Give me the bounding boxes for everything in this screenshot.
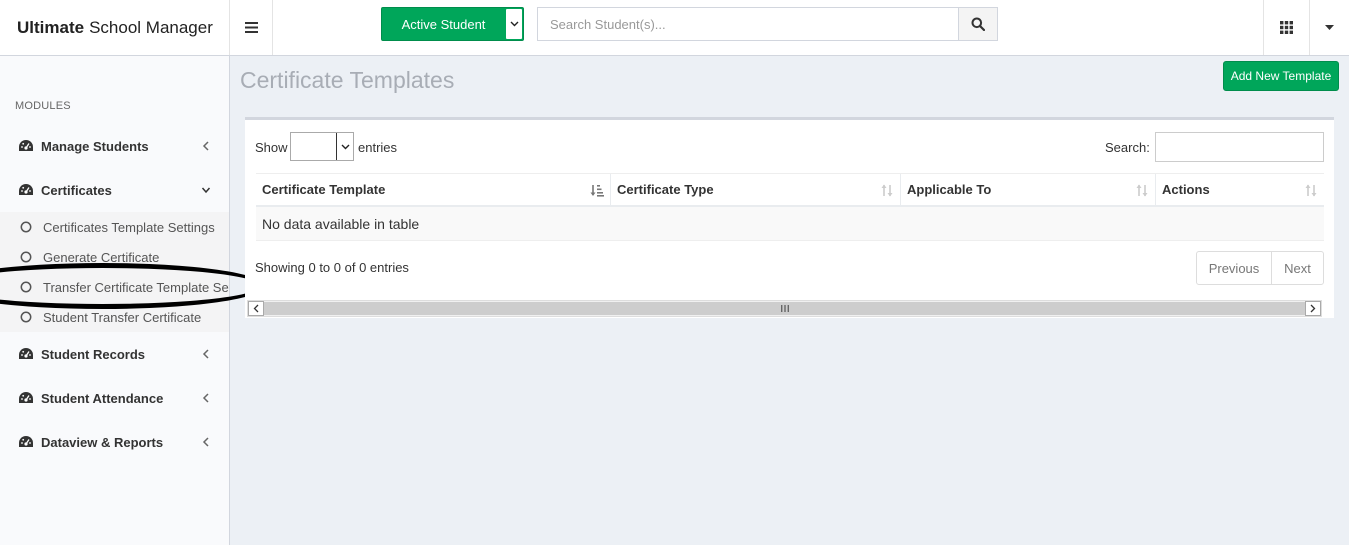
sort-both-icon xyxy=(1305,184,1317,197)
column-header-certificate-template[interactable]: Certificate Template xyxy=(256,174,611,205)
submenu-item-certificates-template-settings[interactable]: Certificates Template Settings xyxy=(0,212,229,242)
chevron-left-icon xyxy=(202,349,209,359)
horizontal-scrollbar[interactable] xyxy=(247,300,1322,317)
hamburger-icon xyxy=(244,22,258,33)
column-header-label: Certificate Type xyxy=(617,182,714,197)
brand-bold: Ultimate xyxy=(17,17,85,37)
submenu-item-generate-certificate[interactable]: Generate Certificate xyxy=(0,242,229,272)
brand-rest: School Manager xyxy=(89,17,213,37)
table-info: Showing 0 to 0 of 0 entries xyxy=(255,260,409,275)
table-search-input[interactable] xyxy=(1155,132,1324,162)
submenu-item-label: Certificates Template Settings xyxy=(43,219,215,235)
column-header-label: Actions xyxy=(1162,182,1210,197)
dashboard-icon xyxy=(19,392,33,403)
grip-icon xyxy=(780,305,789,312)
sort-both-icon xyxy=(1136,184,1148,197)
active-student-label: Active Student xyxy=(401,16,486,32)
sidebar-item-label: Dataview & Reports xyxy=(41,434,164,450)
student-search xyxy=(537,7,998,41)
next-page-button[interactable]: Next xyxy=(1272,252,1323,284)
chevron-down-icon[interactable] xyxy=(506,9,522,39)
sidebar-item-label: Manage Students xyxy=(41,138,149,154)
column-header-actions[interactable]: Actions xyxy=(1156,174,1324,205)
sort-both-icon xyxy=(881,184,893,197)
templates-table: Certificate Template Certificate Type Ap… xyxy=(256,173,1324,241)
brand-logo[interactable]: Ultimate School Manager xyxy=(0,0,230,55)
add-new-template-button[interactable]: Add New Template xyxy=(1223,61,1339,91)
sidebar-item-student-attendance[interactable]: Student Attendance xyxy=(0,376,229,420)
submenu-item-label: Generate Certificate xyxy=(43,249,160,265)
submenu-item-student-transfer-certificate[interactable]: Student Transfer Certificate xyxy=(0,302,229,332)
dashboard-icon xyxy=(19,348,33,359)
sidebar-item-label: Student Records xyxy=(41,346,146,362)
column-header-label: Certificate Template xyxy=(262,182,386,197)
sort-ascending-icon xyxy=(590,185,604,197)
chevron-left-icon xyxy=(202,437,209,447)
show-label: Show xyxy=(255,140,288,155)
chevron-down-icon xyxy=(201,187,211,194)
active-student-dropdown[interactable]: Active Student xyxy=(381,7,524,41)
pagination: Previous Next xyxy=(1196,251,1324,285)
table-header-row: Certificate Template Certificate Type Ap… xyxy=(256,173,1324,207)
caret-down-icon xyxy=(1325,25,1334,30)
column-header-applicable-to[interactable]: Applicable To xyxy=(901,174,1156,205)
circle-outline-icon xyxy=(20,251,32,263)
submenu-item-transfer-certificate-template-settings[interactable]: Transfer Certificate Template Settings xyxy=(0,272,229,302)
search-button[interactable] xyxy=(958,7,998,41)
student-search-input[interactable] xyxy=(537,7,958,41)
previous-page-button[interactable]: Previous xyxy=(1197,252,1272,284)
chevron-left-icon xyxy=(202,141,209,151)
table-search-label: Search: xyxy=(1105,140,1150,155)
top-navbar: Ultimate School Manager Active Student xyxy=(0,0,1349,56)
sidebar-item-label: Certificates xyxy=(41,182,112,198)
circle-outline-icon xyxy=(20,311,32,323)
submenu-item-label: Transfer Certificate Template Settings xyxy=(43,279,229,295)
scroll-left-arrow-icon[interactable] xyxy=(248,301,264,316)
submenu-item-label: Student Transfer Certificate xyxy=(43,309,202,325)
sidebar-section-header: MODULES xyxy=(15,100,71,112)
sidebar-item-certificates[interactable]: Certificates xyxy=(0,168,229,212)
sidebar-item-manage-students[interactable]: Manage Students xyxy=(0,124,229,168)
sidebar-item-student-records[interactable]: Student Records xyxy=(0,332,229,376)
sidebar-toggle-button[interactable] xyxy=(230,0,273,55)
sidebar-item-label: Student Attendance xyxy=(41,390,164,406)
templates-table-box: Show entries Search: Certificate Templat… xyxy=(245,117,1334,318)
table-empty-row: No data available in table xyxy=(256,207,1324,241)
dashboard-icon xyxy=(19,184,33,195)
search-icon xyxy=(971,17,985,31)
chevron-left-icon xyxy=(202,393,209,403)
scroll-right-arrow-icon[interactable] xyxy=(1305,301,1321,316)
column-header-label: Applicable To xyxy=(907,182,992,197)
user-menu-button[interactable] xyxy=(1309,0,1349,55)
circle-outline-icon xyxy=(20,221,32,233)
grid-icon xyxy=(1280,21,1293,34)
page-title: Certificate Templates xyxy=(240,67,455,93)
chevron-down-icon xyxy=(336,133,353,160)
dashboard-icon xyxy=(19,436,33,447)
sidebar-item-dataview-reports[interactable]: Dataview & Reports xyxy=(0,420,229,464)
empty-table-message: No data available in table xyxy=(262,215,420,232)
sidebar: MODULES Manage Students Certificates Cer… xyxy=(0,56,230,545)
scrollbar-thumb[interactable] xyxy=(264,302,1305,315)
entries-label: entries xyxy=(358,140,398,155)
circle-outline-icon xyxy=(20,281,32,293)
column-header-certificate-type[interactable]: Certificate Type xyxy=(611,174,901,205)
apps-menu-button[interactable] xyxy=(1263,0,1309,55)
entries-per-page-select[interactable] xyxy=(290,132,354,161)
dashboard-icon xyxy=(19,140,33,151)
